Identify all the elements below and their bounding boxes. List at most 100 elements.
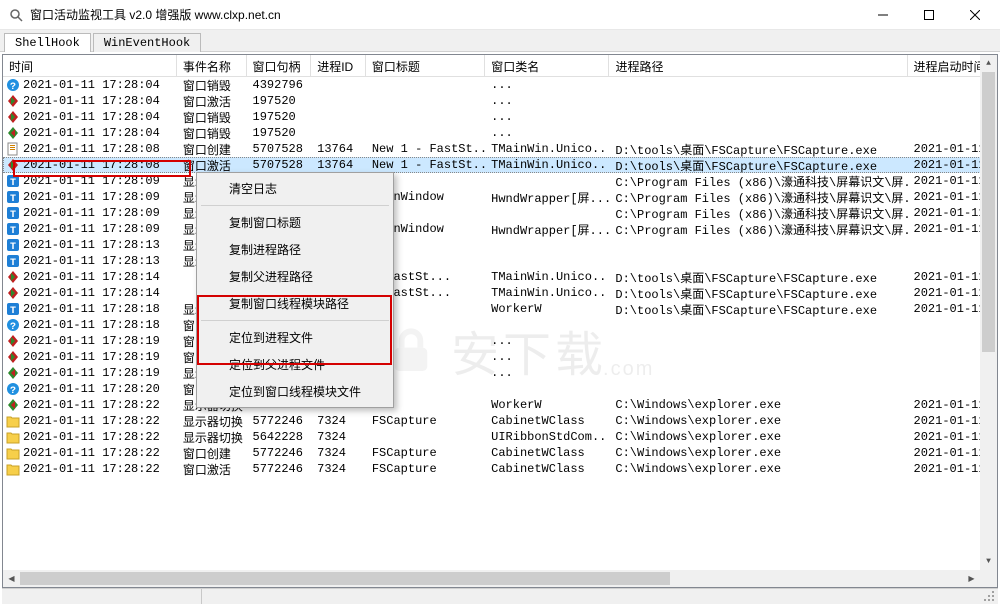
table-row[interactable]: 2021-01-11 17:28:22显示器切换57722467324FSCap… bbox=[3, 413, 997, 429]
cell-path: C:\Windows\explorer.exe bbox=[609, 446, 907, 460]
table-row[interactable]: ?2021-01-11 17:28:18窗口销毁8103288 bbox=[3, 317, 997, 333]
tab-wineventhook[interactable]: WinEventHook bbox=[93, 33, 201, 52]
cell-class: ... bbox=[485, 126, 609, 140]
col-class[interactable]: 窗口类名 bbox=[485, 55, 609, 76]
table-row[interactable]: ?2021-01-11 17:28:20窗口销毁5707364 bbox=[3, 381, 997, 397]
cell-time: 2021-01-11 17:28:09 bbox=[23, 174, 160, 188]
table-row[interactable]: 2021-01-11 17:28:04窗口销毁197520... bbox=[3, 109, 997, 125]
table-row[interactable]: T2021-01-11 17:28:09显示C:\Program Files (… bbox=[3, 205, 997, 221]
cell-time: 2021-01-11 17:28:04 bbox=[23, 78, 160, 92]
row-icon bbox=[5, 445, 21, 461]
scroll-thumb-h[interactable] bbox=[20, 572, 670, 585]
cell-time: 2021-01-11 17:28:19 bbox=[23, 350, 160, 364]
cell-path: D:\tools\桌面\FSCapture\FSCapture.exe bbox=[609, 269, 907, 286]
col-hwnd[interactable]: 窗口句柄 bbox=[247, 55, 312, 76]
row-icon: T bbox=[5, 253, 21, 269]
table-row[interactable]: 2021-01-11 17:28:08窗口激活570752813764New 1… bbox=[3, 157, 997, 173]
menu-clear-log[interactable]: 清空日志 bbox=[199, 175, 391, 202]
table-row[interactable]: 2021-01-11 17:28:19窗口激活5707528... bbox=[3, 333, 997, 349]
tab-shellhook[interactable]: ShellHook bbox=[4, 33, 91, 52]
cell-time: 2021-01-11 17:28:22 bbox=[23, 414, 160, 428]
table-row[interactable]: 2021-01-11 17:28:14- FastSt...TMainWin.U… bbox=[3, 269, 997, 285]
row-icon bbox=[5, 109, 21, 125]
table-row[interactable]: T2021-01-11 17:28:13显示 bbox=[3, 237, 997, 253]
cell-pid: 7324 bbox=[311, 414, 366, 428]
cell-class: UIRibbonStdCom... bbox=[485, 430, 609, 444]
menu-locate-process[interactable]: 定位到进程文件 bbox=[199, 324, 391, 351]
table-row[interactable]: 2021-01-11 17:28:19显示器切换5706710... bbox=[3, 365, 997, 381]
svg-text:?: ? bbox=[10, 322, 16, 332]
table-row[interactable]: 2021-01-11 17:28:04窗口销毁197520... bbox=[3, 125, 997, 141]
cell-event: 窗口销毁 bbox=[177, 109, 247, 126]
cell-time: 2021-01-11 17:28:09 bbox=[23, 222, 160, 236]
svg-text:T: T bbox=[10, 306, 16, 316]
scroll-up-button[interactable]: ▲ bbox=[980, 55, 997, 72]
cell-event: 窗口销毁 bbox=[177, 125, 247, 142]
col-path[interactable]: 进程路径 bbox=[609, 55, 907, 76]
maximize-button[interactable] bbox=[906, 0, 952, 30]
cell-hwnd: 5642228 bbox=[247, 430, 312, 444]
cell-event: 窗口创建 bbox=[177, 445, 247, 462]
table-row[interactable]: 2021-01-11 17:28:14- FastSt...TMainWin.U… bbox=[3, 285, 997, 301]
menu-copy-parent-path[interactable]: 复制父进程路径 bbox=[199, 263, 391, 290]
table-row[interactable]: T2021-01-11 17:28:13显示 bbox=[3, 253, 997, 269]
table-row[interactable]: 2021-01-11 17:28:19窗口销毁5707528... bbox=[3, 349, 997, 365]
menu-locate-thread-module[interactable]: 定位到窗口线程模块文件 bbox=[199, 378, 391, 405]
cell-class: ... bbox=[485, 110, 609, 124]
cell-hwnd: 5707528 bbox=[247, 158, 312, 172]
table-row[interactable]: T2021-01-11 17:28:09显示C:\Program Files (… bbox=[3, 173, 997, 189]
menu-separator bbox=[201, 205, 389, 206]
row-icon bbox=[5, 141, 21, 157]
svg-text:T: T bbox=[10, 194, 16, 204]
row-icon bbox=[5, 397, 21, 413]
scroll-thumb-v[interactable] bbox=[982, 72, 995, 352]
close-button[interactable] bbox=[952, 0, 998, 30]
cell-path: C:\Program Files (x86)\濠通科技\屏幕识文\屏... bbox=[609, 189, 907, 206]
cell-hwnd: 4392796 bbox=[247, 78, 312, 92]
table-row[interactable]: 2021-01-11 17:28:08窗口创建570752813764New 1… bbox=[3, 141, 997, 157]
scroll-down-button[interactable]: ▼ bbox=[980, 553, 997, 570]
horizontal-scrollbar[interactable]: ◀ ▶ bbox=[3, 570, 980, 587]
table-row[interactable]: 2021-01-11 17:28:22显示器切换56422287324UIRib… bbox=[3, 429, 997, 445]
cell-class: HwndWrapper[屏... bbox=[485, 189, 609, 206]
col-event[interactable]: 事件名称 bbox=[177, 55, 247, 76]
table-row[interactable]: T2021-01-11 17:28:09显示reenWindowHwndWrap… bbox=[3, 221, 997, 237]
menu-copy-title[interactable]: 复制窗口标题 bbox=[199, 209, 391, 236]
cell-class: WorkerW bbox=[485, 398, 609, 412]
menu-copy-thread-module-path[interactable]: 复制窗口线程模块路径 bbox=[199, 290, 391, 317]
menu-separator bbox=[201, 320, 389, 321]
cell-class: TMainWin.Unico... bbox=[485, 142, 609, 156]
table-row[interactable]: 2021-01-11 17:28:22窗口激活57722467324FSCapt… bbox=[3, 461, 997, 477]
col-title[interactable]: 窗口标题 bbox=[366, 55, 485, 76]
table-row[interactable]: ?2021-01-11 17:28:04窗口销毁4392796... bbox=[3, 77, 997, 93]
minimize-button[interactable] bbox=[860, 0, 906, 30]
table-row[interactable]: 2021-01-11 17:28:22显示器切换59041367324Worke… bbox=[3, 397, 997, 413]
col-pid[interactable]: 进程ID bbox=[311, 55, 366, 76]
menu-copy-path[interactable]: 复制进程路径 bbox=[199, 236, 391, 263]
cell-class: ... bbox=[485, 366, 609, 380]
cell-time: 2021-01-11 17:28:19 bbox=[23, 366, 160, 380]
cell-pid: 7324 bbox=[311, 446, 366, 460]
row-icon bbox=[5, 349, 21, 365]
row-icon bbox=[5, 429, 21, 445]
table-row[interactable]: 2021-01-11 17:28:22窗口创建57722467324FSCapt… bbox=[3, 445, 997, 461]
table-row[interactable]: T2021-01-11 17:28:18显示WorkerWD:\tools\桌面… bbox=[3, 301, 997, 317]
col-time[interactable]: 时间 bbox=[3, 55, 177, 76]
cell-hwnd: 5772246 bbox=[247, 414, 312, 428]
table-row[interactable]: 2021-01-11 17:28:04窗口激活197520... bbox=[3, 93, 997, 109]
window-title: 窗口活动监视工具 v2.0 增强版 www.clxp.net.cn bbox=[30, 6, 860, 23]
scroll-left-button[interactable]: ◀ bbox=[3, 570, 20, 587]
svg-text:T: T bbox=[10, 210, 16, 220]
resize-grip[interactable] bbox=[982, 589, 998, 605]
cell-time: 2021-01-11 17:28:14 bbox=[23, 286, 160, 300]
table-row[interactable]: T2021-01-11 17:28:09显示reenWindowHwndWrap… bbox=[3, 189, 997, 205]
scroll-right-button[interactable]: ▶ bbox=[963, 570, 980, 587]
cell-time: 2021-01-11 17:28:22 bbox=[23, 430, 160, 444]
grid-body[interactable]: ?2021-01-11 17:28:04窗口销毁4392796...2021-0… bbox=[3, 77, 997, 477]
vertical-scrollbar[interactable]: ▲ ▼ bbox=[980, 55, 997, 570]
cell-class: TMainWin.Unico... bbox=[485, 270, 609, 284]
statusbar bbox=[2, 588, 998, 604]
menu-locate-parent-process[interactable]: 定位到父进程文件 bbox=[199, 351, 391, 378]
cell-pid: 13764 bbox=[311, 158, 366, 172]
status-section bbox=[2, 589, 202, 604]
